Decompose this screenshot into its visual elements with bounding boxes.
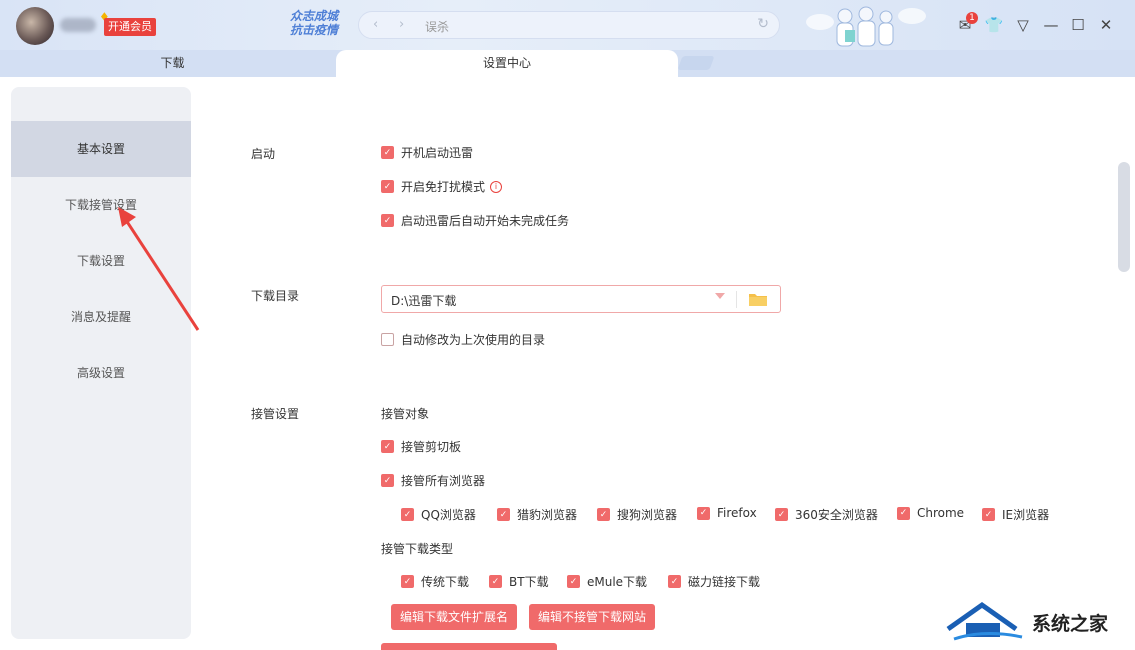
address-text: 误杀 [425,20,450,34]
takeover-target-title: 接管对象 [381,405,429,422]
edit-extensions-button[interactable]: 编辑下载文件扩展名 [391,604,518,630]
option-label: 搜狗浏览器 [617,508,678,522]
vip-button[interactable]: 开通会员 [104,18,156,36]
section-subtitle: 接管下载类型 [381,542,454,556]
download-dir-select[interactable]: D:\迅雷下载 [381,285,781,313]
refresh-icon[interactable]: ↻ [757,16,769,32]
option-label: 猎豹浏览器 [517,508,578,522]
tab-settings[interactable]: 设置中心 [336,50,678,77]
checkbox-checked-icon[interactable]: ✓ [775,508,788,521]
checkbox-checked-icon[interactable]: ✓ [567,575,580,588]
download-dir-label: 下载目录 [251,289,300,303]
watermark-text: 系统之家 [1032,613,1109,635]
checkbox-checked-icon[interactable]: ✓ [668,575,681,588]
partial-button[interactable] [381,643,557,650]
takeover-types-title: 接管下载类型 [381,540,453,557]
tab-bar: 下载 设置中心 [0,50,1135,77]
divider [736,291,737,308]
option-label: 开启免打扰模式 [401,180,486,194]
checkbox-checked-icon[interactable]: ✓ [597,508,610,521]
takeover-clipboard-option[interactable]: ✓ 接管剪切板 [381,438,461,455]
checkbox-checked-icon[interactable]: ✓ [697,506,710,520]
type-option-magnet[interactable]: ✓ 磁力链接下载 [668,573,760,590]
slogan-line-1: 众志成城 [290,9,339,23]
settings-sidebar: 基本设置 下载接管设置 下载设置 消息及提醒 高级设置 [11,87,191,639]
house-logo-icon [946,601,1023,641]
takeover-label: 接管设置 [251,407,300,421]
browser-option-chrome[interactable]: ✓ Chrome [897,506,964,520]
type-option-traditional[interactable]: ✓ 传统下载 [401,573,469,590]
type-option-emule[interactable]: ✓ eMule下载 [567,573,647,590]
back-icon[interactable]: ‹ [373,17,378,32]
checkbox-checked-icon[interactable]: ✓ [381,214,394,227]
tab-download[interactable]: 下载 [0,50,345,77]
browser-option-ie[interactable]: ✓ IE浏览器 [982,506,1049,523]
option-label: QQ浏览器 [421,508,476,522]
option-label: Chrome [917,506,965,520]
mail-badge: 1 [966,12,978,24]
startup-label: 启动 [251,147,276,161]
browser-option-liebao[interactable]: ✓ 猎豹浏览器 [497,506,577,523]
browser-option-firefox[interactable]: ✓ Firefox [697,506,757,520]
startup-option-boot[interactable]: ✓ 开机启动迅雷 [381,144,473,161]
skin-icon[interactable]: 👕 [984,15,1004,35]
option-label: 开机启动迅雷 [401,146,474,160]
menu-icon[interactable]: ▽ [1013,15,1033,35]
option-label: 360安全浏览器 [795,508,878,522]
type-option-bt[interactable]: ✓ BT下载 [489,573,549,590]
forward-icon[interactable]: › [399,17,404,32]
checkbox-unchecked-icon[interactable] [381,333,394,346]
sidebar-item-advanced[interactable]: 高级设置 [11,345,191,401]
option-label: 接管所有浏览器 [401,474,486,488]
option-label: 磁力链接下载 [688,575,761,589]
title-bar: ♦ 开通会员 众志成城 抗击疫情 ‹ › 误杀 ↻ ✉ 1 👕 ▽ — ☐ ✕ [0,0,1135,50]
option-label: 接管剪切板 [401,440,462,454]
checkbox-checked-icon[interactable]: ✓ [401,508,414,521]
edit-excluded-sites-button[interactable]: 编辑不接管下载网站 [529,604,656,630]
medical-staff-illustration [806,6,926,47]
settings-content: 基本设置 下载接管设置 下载设置 消息及提醒 高级设置 启动 ✓ 开机启动迅雷 … [0,77,1135,650]
option-label: 启动迅雷后自动开始未完成任务 [401,214,570,228]
auto-modify-dir-option[interactable]: 自动修改为上次使用的目录 [381,331,545,348]
download-dir-value: D:\迅雷下载 [391,294,457,308]
new-tab-button[interactable] [677,56,715,70]
startup-option-dnd[interactable]: ✓ 开启免打扰模式 i [381,178,503,195]
watermark: 系统之家 [936,593,1135,650]
maximize-icon[interactable]: ☐ [1068,15,1088,35]
info-icon[interactable]: i [490,180,503,193]
close-icon[interactable]: ✕ [1096,15,1116,35]
option-label: IE浏览器 [1002,508,1050,522]
browser-option-360[interactable]: ✓ 360安全浏览器 [775,506,878,523]
checkbox-checked-icon[interactable]: ✓ [982,508,995,521]
browser-option-qq[interactable]: ✓ QQ浏览器 [401,506,476,523]
sidebar-item-basic[interactable]: 基本设置 [11,121,191,177]
checkbox-checked-icon[interactable]: ✓ [381,440,394,453]
checkbox-checked-icon[interactable]: ✓ [401,575,414,588]
folder-icon[interactable] [748,292,768,307]
checkbox-checked-icon[interactable]: ✓ [381,474,394,487]
minimize-icon[interactable]: — [1041,15,1061,35]
option-label: eMule下载 [587,575,648,589]
avatar[interactable] [16,7,54,45]
checkbox-checked-icon[interactable]: ✓ [381,180,394,193]
chevron-down-icon[interactable] [715,293,725,299]
slogan: 众志成城 抗击疫情 [290,9,338,37]
option-label: Firefox [717,506,757,520]
checkbox-checked-icon[interactable]: ✓ [897,506,910,520]
scrollbar[interactable] [1118,162,1130,272]
annotation-arrow [118,207,200,331]
checkbox-checked-icon[interactable]: ✓ [381,146,394,159]
slogan-line-2: 抗击疫情 [290,23,339,37]
option-label: BT下载 [509,575,549,589]
browser-option-sogou[interactable]: ✓ 搜狗浏览器 [597,506,677,523]
address-bar[interactable]: ‹ › 误杀 ↻ [358,11,780,39]
checkbox-checked-icon[interactable]: ✓ [497,508,510,521]
section-subtitle: 接管对象 [381,407,430,421]
option-label: 自动修改为上次使用的目录 [401,333,546,347]
checkbox-checked-icon[interactable]: ✓ [489,575,502,588]
option-label: 传统下载 [421,575,470,589]
startup-option-resume[interactable]: ✓ 启动迅雷后自动开始未完成任务 [381,212,569,229]
username-blurred [60,18,96,32]
takeover-all-browsers-option[interactable]: ✓ 接管所有浏览器 [381,472,485,489]
